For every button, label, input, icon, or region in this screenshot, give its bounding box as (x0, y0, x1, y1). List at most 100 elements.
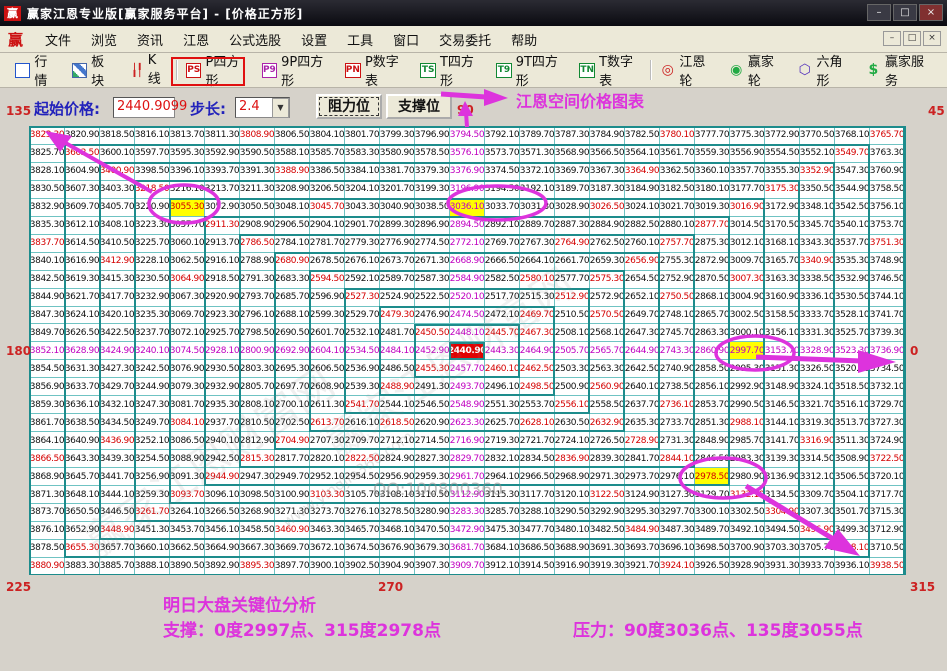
grid-cell[interactable]: 3343.30 (800, 235, 835, 253)
grid-cell[interactable]: 3880.90 (30, 558, 65, 576)
grid-cell[interactable]: 3652.90 (65, 522, 100, 540)
grid-cell[interactable]: 3566.50 (590, 145, 625, 163)
grid-cell[interactable]: 2824.90 (380, 450, 415, 468)
grid-cell[interactable]: 3110.50 (415, 486, 450, 504)
grid-cell[interactable]: 3626.50 (65, 324, 100, 342)
grid-cell[interactable]: 3324.10 (800, 378, 835, 396)
grid-cell[interactable]: 3758.50 (870, 181, 905, 199)
grid-cell[interactable]: 3194.50 (485, 181, 520, 199)
grid-cell[interactable]: 3410.50 (100, 235, 135, 253)
toolbar-item-p-digits[interactable]: PNP数字表 (338, 48, 414, 92)
grid-cell[interactable]: 3261.70 (135, 504, 170, 522)
grid-cell[interactable]: 3374.50 (485, 163, 520, 181)
grid-cell[interactable]: 2678.50 (310, 253, 345, 271)
grid-cell[interactable]: 3216.10 (170, 181, 205, 199)
grid-cell[interactable]: 3336.10 (800, 289, 835, 307)
grid-cell[interactable]: 2841.70 (625, 450, 660, 468)
grid-cell[interactable]: 2548.90 (450, 396, 485, 414)
grid-cell[interactable]: 2738.50 (660, 378, 695, 396)
grid-cell[interactable]: 3420.10 (100, 307, 135, 325)
grid-cell[interactable]: 3295.30 (625, 504, 660, 522)
grid-cell[interactable]: 3768.10 (835, 127, 870, 145)
grid-cell[interactable]: 3744.10 (870, 289, 905, 307)
grid-cell[interactable]: 3288.10 (520, 504, 555, 522)
grid-cell[interactable]: 3679.30 (415, 540, 450, 558)
grid-cell[interactable]: 3350.50 (800, 181, 835, 199)
grid-cell[interactable]: 3933.70 (800, 558, 835, 576)
grid-cell[interactable]: 3033.70 (485, 199, 520, 217)
grid-cell[interactable]: 2443.30 (485, 342, 520, 360)
grid-cell[interactable]: 2685.70 (275, 289, 310, 307)
grid-cell[interactable]: 3576.10 (450, 145, 485, 163)
grid-cell[interactable]: 3180.10 (695, 181, 730, 199)
grid-cell[interactable]: 3518.50 (835, 378, 870, 396)
grid-cell[interactable]: 3633.70 (65, 378, 100, 396)
grid-cell[interactable]: 3609.70 (65, 199, 100, 217)
grid-cell[interactable]: 3511.30 (835, 432, 870, 450)
grid-cell[interactable]: 3811.30 (205, 127, 240, 145)
grid-cell[interactable]: 2464.90 (520, 342, 555, 360)
grid-cell[interactable]: 2512.90 (555, 289, 590, 307)
grid-cell[interactable]: 2642.50 (625, 360, 660, 378)
grid-cell[interactable]: 3439.30 (100, 450, 135, 468)
grid-cell[interactable]: 2472.10 (485, 307, 520, 325)
grid-cell[interactable]: 2445.70 (485, 324, 520, 342)
grid-cell[interactable]: 3669.70 (275, 540, 310, 558)
grid-cell[interactable]: 2692.90 (275, 342, 310, 360)
grid-cell[interactable]: 2947.30 (240, 468, 275, 486)
grid-cell[interactable]: 2808.10 (240, 396, 275, 414)
grid-cell[interactable]: 3703.30 (765, 540, 800, 558)
grid-cell[interactable]: 2486.50 (380, 360, 415, 378)
grid-cell[interactable]: 2846.50 (695, 450, 730, 468)
grid-cell[interactable]: 3381.70 (380, 163, 415, 181)
grid-cell[interactable]: 3357.70 (730, 163, 765, 181)
grid-cell[interactable]: 2654.50 (625, 271, 660, 289)
grid-cell[interactable]: 2556.10 (555, 396, 590, 414)
grid-cell[interactable]: 2510.50 (555, 307, 590, 325)
grid-cell[interactable]: 3120.10 (555, 486, 590, 504)
grid-cell[interactable]: 2880.10 (660, 217, 695, 235)
grid-cell[interactable]: 3456.10 (205, 522, 240, 540)
grid-cell[interactable]: 2721.70 (520, 432, 555, 450)
grid-cell[interactable]: 3405.70 (100, 199, 135, 217)
grid-cell[interactable]: 2659.30 (590, 253, 625, 271)
grid-cell[interactable]: 3638.50 (65, 414, 100, 432)
grid-cell[interactable]: 2911.30 (205, 217, 240, 235)
grid-cell[interactable]: 3124.90 (625, 486, 660, 504)
grid-cell[interactable]: 3895.30 (240, 558, 275, 576)
grid-cell[interactable]: 3424.90 (100, 342, 135, 360)
grid-cell[interactable]: 2440.90 (450, 342, 485, 360)
grid-cell[interactable]: 2856.10 (695, 378, 730, 396)
grid-cell[interactable]: 3340.90 (800, 253, 835, 271)
grid-cell[interactable]: 3736.90 (870, 342, 905, 360)
grid-cell[interactable]: 3571.30 (520, 145, 555, 163)
toolbar-item-winner-wheel[interactable]: ◉赢家轮 (722, 48, 791, 92)
grid-cell[interactable]: 3429.70 (100, 378, 135, 396)
grid-cell[interactable]: 3333.70 (800, 307, 835, 325)
grid-cell[interactable]: 3564.10 (625, 145, 660, 163)
grid-cell[interactable]: 3084.10 (170, 414, 205, 432)
grid-cell[interactable]: 2546.50 (415, 396, 450, 414)
grid-cell[interactable]: 3782.50 (625, 127, 660, 145)
grid-cell[interactable]: 3693.70 (625, 540, 660, 558)
grid-cell[interactable]: 3043.30 (345, 199, 380, 217)
grid-cell[interactable]: 3537.70 (835, 235, 870, 253)
grid-cell[interactable]: 2990.50 (730, 396, 765, 414)
grid-cell[interactable]: 2532.10 (345, 324, 380, 342)
grid-cell[interactable]: 2918.50 (205, 271, 240, 289)
grid-cell[interactable]: 2580.10 (520, 271, 555, 289)
grid-cell[interactable]: 3780.10 (660, 127, 695, 145)
grid-cell[interactable]: 3062.50 (170, 253, 205, 271)
grid-cell[interactable]: 2676.10 (345, 253, 380, 271)
grid-cell[interactable]: 3631.30 (65, 360, 100, 378)
grid-cell[interactable]: 3705.70 (800, 540, 835, 558)
grid-cell[interactable]: 3000.10 (730, 324, 765, 342)
grid-cell[interactable]: 2976.10 (660, 468, 695, 486)
grid-cell[interactable]: 2836.90 (555, 450, 590, 468)
grid-cell[interactable]: 2587.30 (415, 271, 450, 289)
grid-cell[interactable]: 3696.10 (660, 540, 695, 558)
grid-cell[interactable]: 3732.10 (870, 378, 905, 396)
grid-cell[interactable]: 3561.70 (660, 145, 695, 163)
grid-cell[interactable]: 3372.10 (520, 163, 555, 181)
grid-cell[interactable]: 2649.70 (625, 307, 660, 325)
